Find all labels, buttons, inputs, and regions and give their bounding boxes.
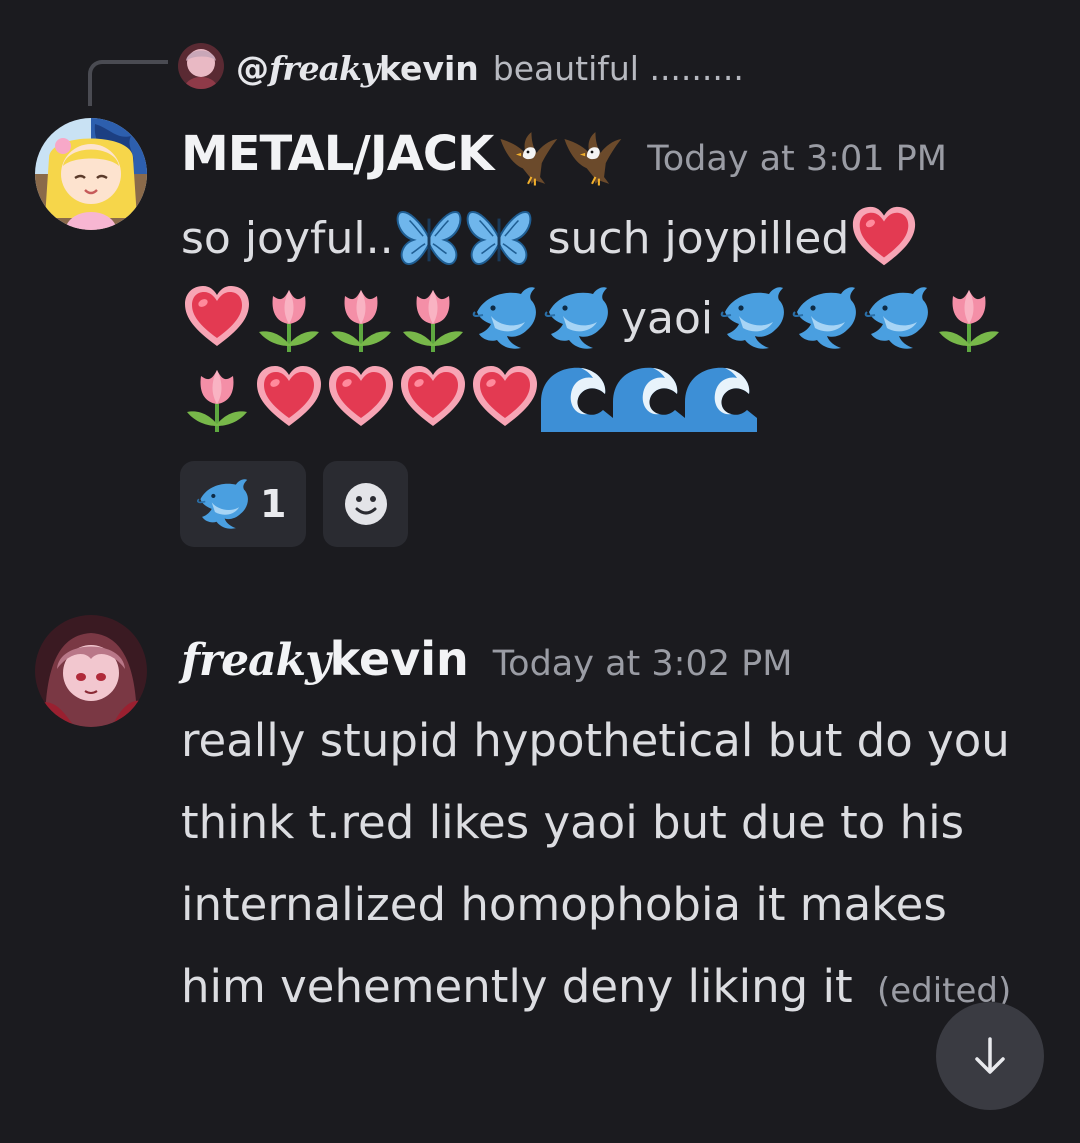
author-name-stylized[interactable]: freaky <box>181 635 331 686</box>
reply-mention-handle-stylized: freaky <box>269 48 380 88</box>
butterfly-icon <box>464 203 534 273</box>
chat-screen: @ freaky kevin beautiful ......... METAL… <box>0 0 1080 1143</box>
dolphin-icon <box>789 282 861 354</box>
message-content: really stupid hypothetical but do you th… <box>181 700 1041 1032</box>
reaction-count: 1 <box>260 482 287 526</box>
tulip-icon <box>397 282 469 354</box>
dolphin-icon <box>861 282 933 354</box>
reply-connector-line <box>88 60 168 106</box>
dolphin-icon <box>194 475 252 533</box>
message-timestamp: Today at 3:01 PM <box>647 139 947 179</box>
message-header: METAL/JACK Today at 3:01 PM <box>181 126 947 190</box>
message-text: such joypilled <box>547 212 850 264</box>
message-text: so joyful.. <box>181 212 394 264</box>
butterfly-icon <box>394 203 464 273</box>
heart-icon <box>253 362 325 434</box>
dolphin-icon <box>541 282 613 354</box>
tulip-icon <box>933 282 1005 354</box>
wave-icon <box>541 362 613 434</box>
heart-icon <box>469 362 541 434</box>
reply-preview-text: beautiful ......... <box>492 48 744 88</box>
message-line: so joyful.. such joypilled <box>181 204 919 272</box>
heart-icon <box>849 203 919 273</box>
arrow-down-icon <box>975 1037 1005 1074</box>
dolphin-icon <box>717 282 789 354</box>
message-timestamp: Today at 3:02 PM <box>492 644 793 684</box>
reply-avatar[interactable] <box>178 43 224 89</box>
author-name[interactable]: METAL/JACK <box>181 126 494 182</box>
add-reaction-button[interactable] <box>323 461 408 547</box>
eagle-icon <box>561 127 623 189</box>
heart-icon <box>325 362 397 434</box>
dolphin-icon <box>469 282 541 354</box>
message-line: yaoi <box>181 281 1005 355</box>
message-header: freaky kevin Today at 3:02 PM <box>181 632 792 696</box>
eagle-icon <box>497 127 559 189</box>
avatar[interactable] <box>35 615 147 727</box>
smiley-icon <box>344 483 387 525</box>
author-name[interactable]: kevin <box>330 632 469 686</box>
tulip-icon <box>253 282 325 354</box>
reaction-dolphin[interactable]: 1 <box>180 461 306 547</box>
heart-icon <box>181 282 253 354</box>
reply-mention-prefix: @ <box>236 48 269 88</box>
message-text: really stupid hypothetical but do you th… <box>181 714 1010 1013</box>
tulip-icon <box>325 282 397 354</box>
heart-icon <box>397 362 469 434</box>
wave-icon <box>613 362 685 434</box>
reply-preview[interactable]: @ freaky kevin beautiful ......... <box>236 40 744 96</box>
message-text: yaoi <box>621 292 714 344</box>
avatar[interactable] <box>35 118 147 230</box>
author-badges <box>497 127 623 189</box>
reply-mention-handle: kevin <box>379 48 479 88</box>
tulip-icon <box>181 362 253 434</box>
wave-icon <box>685 362 757 434</box>
scroll-to-bottom-button[interactable] <box>936 1002 1044 1110</box>
message-line <box>181 360 757 436</box>
